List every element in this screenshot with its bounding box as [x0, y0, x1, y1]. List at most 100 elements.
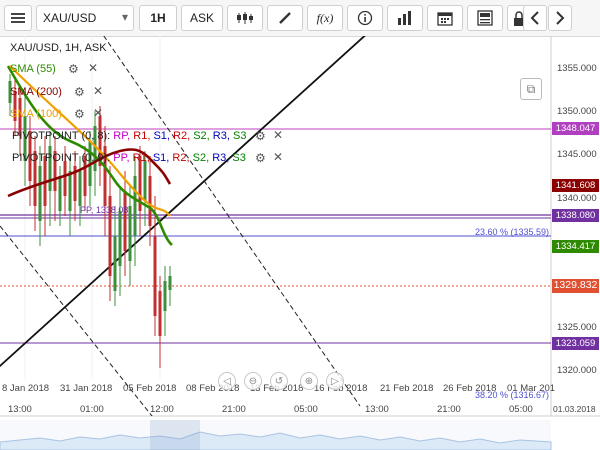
candle: [48, 131, 52, 226]
expand-chart-button[interactable]: ⧉: [520, 78, 542, 100]
pp-line-label: PP, 1338.08: [80, 205, 129, 215]
pan-left-button[interactable]: ◁: [218, 372, 236, 390]
pivot-2-label[interactable]: PIVOTPOINT (0, 9): PP, R1, S1, R2, S2, R…: [12, 152, 246, 164]
candle: [33, 136, 37, 231]
chart-type-button[interactable]: [227, 5, 263, 31]
symbol-value: XAU/USD: [43, 11, 97, 25]
pan-right-button[interactable]: ▷: [326, 372, 344, 390]
gear-icon[interactable]: ⚙: [255, 129, 266, 143]
hamburger-icon: [11, 13, 25, 23]
chart-header: XAU/USD, 1H, ASK: [10, 42, 107, 54]
pivot-2-item-s3: S3: [232, 152, 246, 164]
pivot-2-item-pp: PP,: [113, 152, 130, 164]
candle: [43, 136, 47, 236]
scroll-left-button[interactable]: [523, 5, 547, 31]
time-axis-label: 13:00: [365, 404, 389, 415]
candle: [123, 171, 127, 276]
pivot-2-item-r1: R1,: [132, 152, 150, 164]
navigator-strip[interactable]: [0, 420, 600, 450]
menu-button[interactable]: [4, 5, 32, 31]
candle: [108, 166, 112, 301]
price-axis-label: 1355.000: [557, 63, 597, 74]
draw-tool-button[interactable]: [267, 5, 303, 31]
candlestick-icon: [237, 12, 253, 24]
date-axis-label: 31 Jan 2018: [60, 383, 113, 394]
bar-chart-button[interactable]: [387, 5, 423, 31]
pivot-2-name: PIVOTPOINT (0, 9): [12, 152, 108, 164]
pivot-1-item-r1: R1,: [133, 130, 151, 142]
candle: [68, 156, 72, 236]
pivot-2-item-s2: S2,: [192, 152, 210, 164]
price-axis-label: 1320.000: [557, 365, 597, 376]
chart-area[interactable]: XAU/USD, 1H, ASK SMA (55) ⚙ ✕ SMA (200) …: [0, 36, 600, 450]
time-axis-label: 05:00: [294, 404, 318, 415]
calendar-icon: [437, 12, 453, 26]
pivot-1-label[interactable]: PIVOTPOINT (0, 8): RP, R1, S1, R2, S2, R…: [12, 130, 246, 142]
price-type-button[interactable]: ASK: [181, 5, 223, 31]
pencil-icon: [279, 12, 291, 24]
pivot-1-item-r2: R2,: [173, 130, 191, 142]
gear-icon[interactable]: ⚙: [255, 151, 266, 165]
price-tag-sma-200: 1341.608: [552, 179, 599, 192]
candle: [158, 276, 162, 368]
chevron-down-icon: ▾: [121, 10, 128, 24]
pivot-1-name: PIVOTPOINT (0, 8): [12, 130, 108, 142]
close-icon[interactable]: ✕: [93, 106, 103, 120]
gear-icon[interactable]: ⚙: [68, 62, 79, 76]
sma-55-label[interactable]: SMA (55): [10, 63, 56, 75]
price-tag-current: 1329.832: [552, 279, 599, 293]
time-axis-label: 12:00: [150, 404, 174, 415]
candle: [58, 166, 62, 226]
date-axis-label: 05 Feb 2018: [123, 383, 177, 394]
candle: [103, 126, 107, 236]
expand-icon: ⧉: [526, 81, 536, 96]
price-axis-label: 1345.000: [557, 149, 597, 160]
gear-icon[interactable]: ⚙: [74, 85, 85, 99]
chevron-left-icon: [530, 11, 539, 25]
price-tag-s: 1323.059: [552, 337, 599, 350]
close-icon[interactable]: ✕: [273, 150, 283, 164]
time-axis-label: 01:00: [80, 404, 104, 415]
chevron-right-icon: [556, 11, 565, 25]
price-tag-pp: 1338.080: [552, 209, 599, 222]
pivot-1-item-s2: S2,: [193, 130, 210, 142]
time-axis-label: 13:00: [8, 404, 32, 415]
sma-200-label[interactable]: SMA (200): [10, 86, 62, 98]
functions-button[interactable]: f(x): [307, 5, 343, 31]
sma-100-label[interactable]: SMA (100): [10, 108, 62, 120]
time-axis-label: 05:00: [509, 404, 533, 415]
timeframe-button[interactable]: 1H: [139, 5, 177, 31]
news-button[interactable]: [467, 5, 503, 31]
info-button[interactable]: [347, 5, 383, 31]
fib-23-label: 23.60 % (1335.59): [475, 227, 550, 237]
candle: [148, 156, 152, 246]
close-icon[interactable]: ✕: [88, 61, 98, 75]
symbol-select[interactable]: XAU/USD ▾: [36, 5, 134, 31]
zoom-in-button[interactable]: ⊕: [300, 372, 318, 390]
close-icon[interactable]: ✕: [273, 128, 283, 142]
scroll-right-button[interactable]: [548, 5, 572, 31]
time-axis-label: 01.03.2018: [553, 404, 596, 414]
candle: [128, 186, 132, 286]
price-axis-label: 1350.000: [557, 106, 597, 117]
date-axis-label: 21 Feb 2018: [380, 383, 434, 394]
info-icon: [357, 10, 373, 26]
bar-chart-icon: [398, 11, 411, 25]
date-axis-label: 8 Jan 2018: [2, 383, 50, 394]
pivot-2-item-s1: S1,: [152, 152, 170, 164]
price-tag-r: 1348.047: [552, 122, 599, 135]
zoom-out-button[interactable]: ⊖: [244, 372, 262, 390]
news-icon: [477, 10, 493, 26]
toolbar: XAU/USD ▾ 1H ASK f(x): [0, 0, 600, 37]
time-axis-label: 21:00: [437, 404, 461, 415]
calendar-button[interactable]: [427, 5, 463, 31]
reset-zoom-button[interactable]: ↺: [270, 372, 288, 390]
candle: [133, 156, 137, 266]
pivot-1-item-rp: RP,: [113, 130, 131, 142]
date-axis-label: 26 Feb 2018: [443, 383, 497, 394]
pivot-1-item-s3: S3: [232, 130, 247, 142]
close-icon[interactable]: ✕: [93, 84, 103, 98]
candle: [113, 206, 117, 306]
gear-icon[interactable]: ⚙: [74, 107, 85, 121]
candle: [168, 266, 172, 306]
